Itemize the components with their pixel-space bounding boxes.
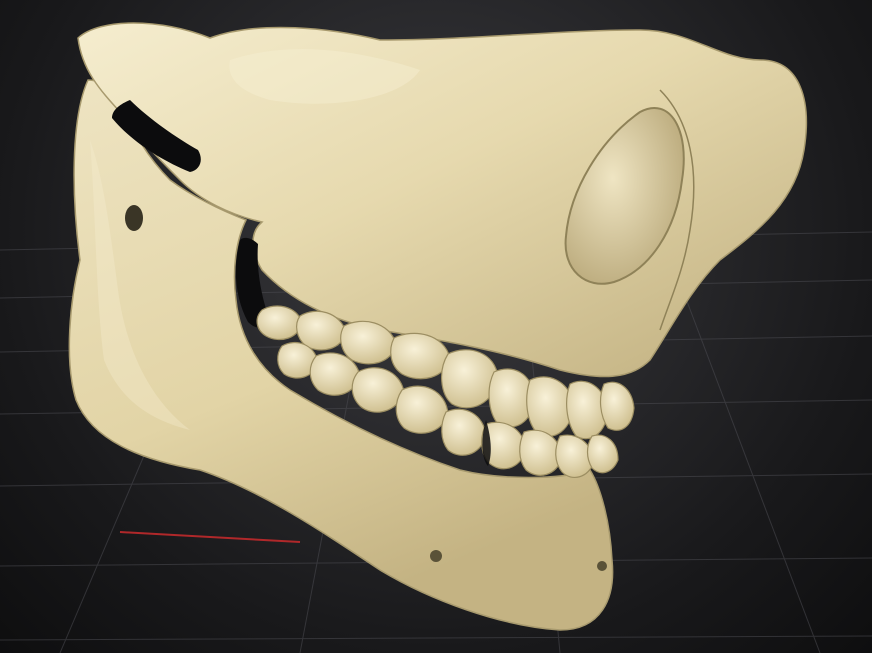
ramus-hole <box>125 205 143 231</box>
mental-foramen-right <box>597 561 607 571</box>
axis-line <box>119 531 301 543</box>
3d-viewport[interactable] <box>0 0 872 653</box>
viewport-scene <box>0 22 872 653</box>
mental-foramen-left <box>430 550 442 562</box>
